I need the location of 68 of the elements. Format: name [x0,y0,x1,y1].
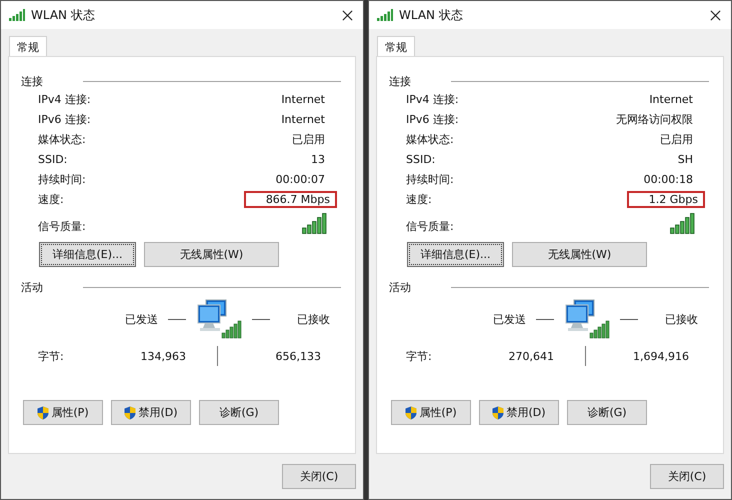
window-title: WLAN 状态 [31,6,96,24]
shield-icon [124,406,136,420]
field-value: 00:00:18 [642,172,694,188]
field-label: 媒体状态: [38,132,86,146]
group-heading: 连接 [21,74,44,88]
dialog-button[interactable]: 诊断(G) [567,400,647,425]
field-value: 已启用 [291,132,326,148]
bytes-sent-value: 270,641 [508,350,554,362]
field-label: SSID: [406,152,436,166]
field-label: IPv6 连接: [406,112,459,126]
field-label: 信号质量: [406,219,454,234]
field-value: Internet [280,112,326,128]
network-computer-icon [196,299,242,339]
signal-strength-icon [670,213,695,234]
field-label: 速度: [38,192,64,206]
window-title: WLAN 状态 [399,6,464,24]
field-label: IPv4 连接: [38,92,91,106]
signal-icon [9,9,25,21]
dialog-button[interactable]: 详细信息(E)... [39,242,136,267]
shield-icon [37,406,50,420]
field-value: 已启用 [659,132,694,148]
close-button[interactable]: 关闭(C) [282,464,356,489]
dialog-button[interactable]: 禁用(D) [479,400,559,425]
network-computer-icon [564,299,610,339]
signal-icon [377,9,393,21]
dialog-button[interactable]: 无线属性(W) [144,242,279,267]
field-value: SH [676,152,694,168]
dialog-button[interactable]: 详细信息(E)... [407,242,504,267]
close-icon[interactable] [342,10,353,20]
group-heading: 活动 [21,280,44,294]
dialog-button[interactable]: 诊断(G) [199,400,279,425]
dialog-button[interactable]: 属性(P) [391,400,471,425]
field-label: 持续时间: [406,172,454,186]
field-value: 13 [310,152,326,168]
sent-label: 已发送 [492,312,526,326]
field-value: 00:00:07 [274,172,326,188]
field-value: 无网络访问权限 [615,112,694,128]
tab[interactable]: 常规 [377,36,415,58]
sent-label: 已发送 [124,312,158,326]
tab[interactable]: 常规 [9,36,47,58]
field-label: 速度: [406,192,432,206]
shield-icon [492,406,504,420]
close-button[interactable]: 关闭(C) [650,464,724,489]
dialog-button[interactable]: 无线属性(W) [512,242,647,267]
bytes-sent-value: 134,963 [140,350,186,362]
dialog-button[interactable]: 属性(P) [23,400,103,425]
field-label: 媒体状态: [406,132,454,146]
received-label: 已接收 [664,312,698,326]
field-value: 1.2 Gbps [626,190,705,208]
field-label: 持续时间: [38,172,86,186]
received-label: 已接收 [296,312,330,326]
bytes-received-value: 656,133 [274,350,321,362]
field-label: SSID: [38,152,68,166]
bytes-received-value: 1,694,916 [632,350,689,362]
field-value: Internet [280,92,326,108]
field-label: 信号质量: [38,219,86,234]
signal-strength-icon [302,213,327,234]
field-value: 866.7 Mbps [244,190,337,208]
field-label: 字节: [38,348,65,364]
close-icon[interactable] [710,10,721,20]
group-heading: 活动 [389,280,412,294]
dialog-button[interactable]: 禁用(D) [111,400,191,425]
field-value: Internet [648,92,694,108]
field-label: 字节: [406,348,433,364]
field-label: IPv6 连接: [38,112,91,126]
group-heading: 连接 [389,74,412,88]
shield-icon [405,406,418,420]
field-label: IPv4 连接: [406,92,459,106]
